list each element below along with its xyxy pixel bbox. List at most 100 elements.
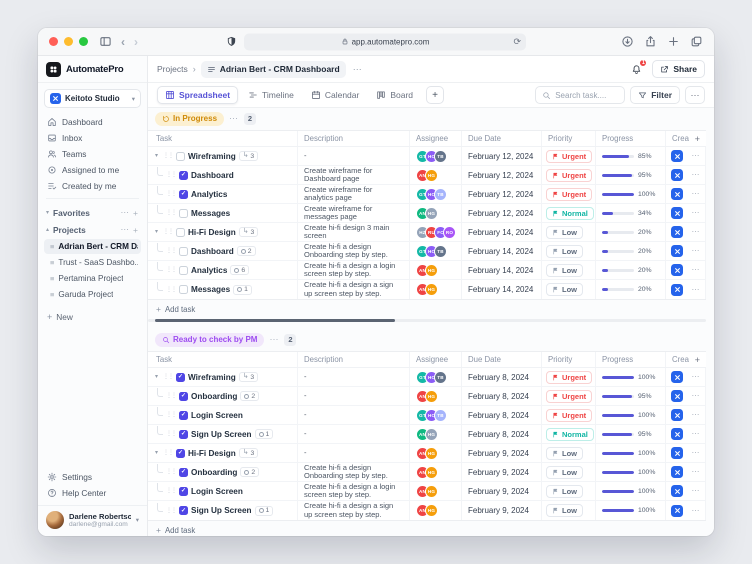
task-row[interactable]: ⋮⋮✓Login Screen-GTHCTBFebruary 8, 2024Ur… (148, 406, 706, 425)
row-actions-icon[interactable]: ⋯ (692, 190, 701, 198)
task-checkbox[interactable]: ✓ (179, 468, 188, 477)
drag-handle-icon[interactable]: ⋮⋮ (166, 393, 176, 399)
task-row[interactable]: ⋮⋮Dashboard2Create hi-fi a design Onboar… (148, 242, 706, 261)
forward-icon[interactable]: › (134, 36, 138, 48)
collapse-caret-icon[interactable]: ▾ (153, 450, 160, 456)
sidebar-item-help-center[interactable]: Help Center (44, 485, 141, 501)
drag-handle-icon[interactable]: ⋮⋮ (166, 508, 176, 514)
assignee-avatar[interactable]: HG (425, 390, 438, 403)
assignee-avatar[interactable]: TB (434, 371, 447, 384)
sidebar-project-pertamina-project[interactable]: ≡Pertamina Project (44, 271, 141, 286)
breadcrumb-root[interactable]: Projects (157, 64, 188, 74)
notifications-button[interactable]: 1 (628, 61, 644, 77)
task-checkbox[interactable]: ✓ (179, 506, 188, 515)
task-checkbox[interactable] (179, 285, 188, 294)
add-task-button[interactable]: +Add task (148, 523, 706, 536)
new-tab-icon[interactable] (667, 35, 680, 48)
scrollbar-thumb[interactable] (155, 319, 395, 322)
assignee-avatar[interactable]: HG (425, 207, 438, 220)
tab-overview-icon[interactable] (690, 35, 703, 48)
minimize-window-icon[interactable] (64, 37, 73, 46)
row-actions-icon[interactable]: ⋯ (692, 507, 701, 515)
drag-handle-icon[interactable]: ⋮⋮ (166, 172, 176, 178)
favorites-more-icon[interactable]: ⋯ (121, 207, 130, 218)
assignee-avatar[interactable]: HG (425, 485, 438, 498)
projects-more-icon[interactable]: ⋯ (121, 224, 130, 235)
add-column-icon[interactable]: + (695, 355, 700, 365)
share-button[interactable]: Share (652, 60, 705, 78)
browser-sidebar-toggle-icon[interactable] (99, 35, 112, 48)
task-row[interactable]: ▾⋮⋮✓Hi-Fi Design↳3-ANHGFebruary 9, 2024L… (148, 444, 706, 463)
sidebar-item-created-by-me[interactable]: Created by me (44, 178, 141, 194)
task-checkbox[interactable] (179, 209, 188, 218)
sidebar-item-assigned-to-me[interactable]: Assigned to me (44, 162, 141, 178)
task-row[interactable]: ⋮⋮✓AnalyticsCreate wireframe for analyti… (148, 185, 706, 204)
task-checkbox[interactable]: ✓ (179, 190, 188, 199)
task-row[interactable]: ⋮⋮✓Login ScreenCreate hi-fi a design a l… (148, 482, 706, 501)
drag-handle-icon[interactable]: ⋮⋮ (166, 191, 176, 197)
sidebar-project-adrian-bert-crm-da[interactable]: ≡Adrian Bert - CRM Da... (44, 239, 141, 254)
group-more-icon[interactable]: ⋯ (269, 335, 279, 344)
assignee-avatar[interactable]: TB (434, 245, 447, 258)
task-checkbox[interactable] (179, 266, 188, 275)
row-actions-icon[interactable]: ⋯ (692, 152, 701, 160)
drag-handle-icon[interactable]: ⋮⋮ (166, 287, 176, 293)
drag-handle-icon[interactable]: ⋮⋮ (163, 450, 173, 456)
task-row[interactable]: ⋮⋮✓Onboarding2Create hi-fi a design Onbo… (148, 463, 706, 482)
drag-handle-icon[interactable]: ⋮⋮ (166, 210, 176, 216)
assignee-avatar[interactable]: TB (434, 188, 447, 201)
tab-timeline[interactable]: Timeline (241, 86, 301, 104)
task-checkbox[interactable] (176, 152, 185, 161)
sidebar-item-teams[interactable]: Teams (44, 146, 141, 162)
sidebar-item-inbox[interactable]: Inbox (44, 130, 141, 146)
sidebar-project-trust-saas-dashbo[interactable]: ≡Trust - SaaS Dashbo... (44, 255, 141, 270)
browser-share-icon[interactable] (644, 35, 657, 48)
breadcrumb-more-icon[interactable]: ⋯ (353, 64, 362, 75)
task-row[interactable]: ⋮⋮✓Sign Up Screen1-ANHGFebruary 8, 2024N… (148, 425, 706, 444)
drag-handle-icon[interactable]: ⋮⋮ (163, 229, 173, 235)
horizontal-scrollbar[interactable] (148, 319, 706, 322)
group-status-badge[interactable]: In Progress (155, 112, 224, 126)
drag-handle-icon[interactable]: ⋮⋮ (166, 267, 176, 273)
group-more-icon[interactable]: ⋯ (229, 114, 239, 123)
row-actions-icon[interactable]: ⋯ (692, 373, 701, 381)
collapse-caret-icon[interactable]: ▾ (153, 229, 160, 235)
refresh-icon[interactable]: ⟳ (513, 37, 521, 46)
back-icon[interactable]: ‹ (121, 36, 125, 48)
task-row[interactable]: ⋮⋮✓Onboarding2-ANHGFebruary 8, 2024Urgen… (148, 387, 706, 406)
drag-handle-icon[interactable]: ⋮⋮ (166, 488, 176, 494)
assignee-avatar[interactable]: HG (425, 447, 438, 460)
row-actions-icon[interactable]: ⋯ (692, 266, 701, 274)
row-actions-icon[interactable]: ⋯ (692, 228, 701, 236)
drag-handle-icon[interactable]: ⋮⋮ (166, 469, 176, 475)
task-row[interactable]: ▾⋮⋮Wireframing↳3-GTHCTBFebruary 12, 2024… (148, 147, 706, 166)
row-actions-icon[interactable]: ⋯ (692, 171, 701, 179)
row-actions-icon[interactable]: ⋯ (692, 487, 701, 495)
address-bar[interactable]: app.automatepro.com ⟳ (244, 33, 526, 50)
assignee-avatar[interactable]: HG (425, 466, 438, 479)
row-actions-icon[interactable]: ⋯ (692, 286, 701, 294)
task-row[interactable]: ▾⋮⋮✓Wireframing↳3-GTHCTBFebruary 8, 2024… (148, 368, 706, 387)
drag-handle-icon[interactable]: ⋮⋮ (163, 153, 173, 159)
assignee-avatar[interactable]: HG (425, 504, 438, 517)
privacy-shield-icon[interactable] (226, 36, 237, 48)
close-window-icon[interactable] (49, 37, 58, 46)
task-checkbox[interactable]: ✓ (176, 449, 185, 458)
filter-button[interactable]: Filter (630, 86, 680, 104)
sidebar-item-dashboard[interactable]: Dashboard (44, 114, 141, 130)
assignee-avatar[interactable]: TB (434, 409, 447, 422)
workspace-selector[interactable]: Keitoto Studio ▾ (44, 89, 141, 108)
favorites-add-icon[interactable]: + (133, 208, 138, 218)
assignee-avatar[interactable]: RO (443, 226, 456, 239)
user-menu[interactable]: Darlene Robertson darlene@gmail.com ▾ (38, 505, 147, 536)
drag-handle-icon[interactable]: ⋮⋮ (166, 431, 176, 437)
task-row[interactable]: ⋮⋮Messages1Create hi-fi a design a sign … (148, 280, 706, 299)
assignee-avatar[interactable]: HG (425, 428, 438, 441)
task-checkbox[interactable]: ✓ (179, 487, 188, 496)
projects-section-header[interactable]: ▴ Projects ⋯ + (38, 222, 147, 237)
task-row[interactable]: ▾⋮⋮Hi-Fi Design↳3Create hi-fi design 3 m… (148, 223, 706, 242)
row-actions-icon[interactable]: ⋯ (692, 449, 701, 457)
drag-handle-icon[interactable]: ⋮⋮ (166, 412, 176, 418)
row-actions-icon[interactable]: ⋯ (692, 209, 701, 217)
task-checkbox[interactable]: ✓ (179, 430, 188, 439)
